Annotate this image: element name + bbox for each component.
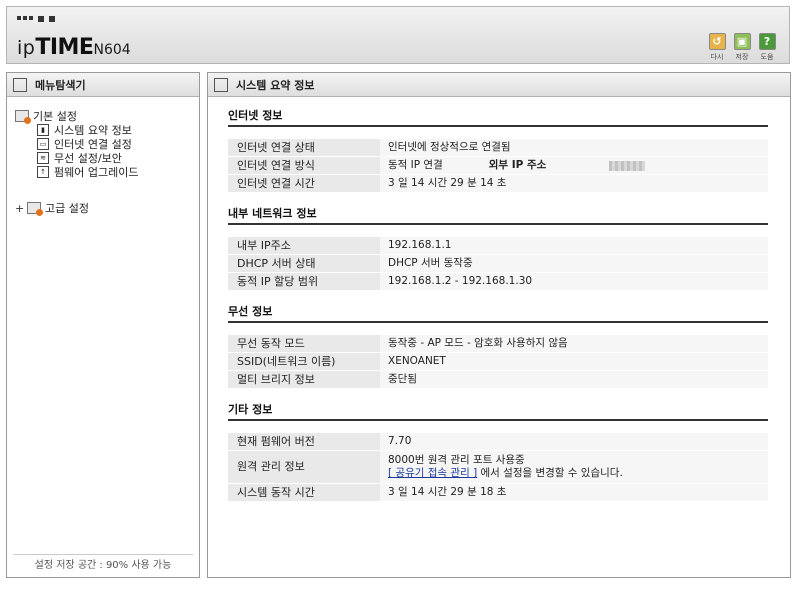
- table-row: SSID(네트워크 이름) XENOANET: [228, 353, 768, 371]
- wireless-info-title: 무선 정보: [228, 303, 768, 323]
- wireless-icon: ≋: [37, 152, 49, 164]
- header-bar: ipTIMEN604 ↺ 다시 ▣ 저장 ? 도움: [6, 6, 790, 64]
- lan-info-table: 내부 IP주소 192.168.1.1 DHCP 서버 상태 DHCP 서버 동…: [228, 237, 768, 291]
- save-icon: ▣: [733, 33, 751, 50]
- storage-status: 설정 저장 공간 : 90% 사용 가능: [34, 560, 172, 571]
- footer-divider: [13, 554, 193, 555]
- refresh-icon: ↺: [708, 33, 726, 50]
- tree-item-wireless-security[interactable]: ≋ 무선 설정/보안: [15, 151, 138, 165]
- summary-content: 인터넷 정보 인터넷 연결 상태 인터넷에 정상적으로 연결됨 인터넷 연결 방…: [228, 107, 768, 502]
- help-icon: ?: [758, 33, 776, 50]
- internet-info-title: 인터넷 정보: [228, 107, 768, 127]
- table-row: 인터넷 연결 시간 3 일 14 시간 29 분 14 초: [228, 175, 768, 193]
- magnifier-icon: [13, 77, 27, 92]
- table-row: 시스템 동작 시간 3 일 14 시간 29 분 18 초: [228, 484, 768, 502]
- lan-info-title: 내부 네트워크 정보: [228, 205, 768, 225]
- logo-dots: [17, 16, 55, 22]
- external-ip-redacted: [608, 161, 645, 171]
- etc-info-table: 현재 펌웨어 버전 7.70 원격 관리 정보 8000번 원격 관리 포트 사…: [228, 433, 768, 502]
- tree-basic-settings[interactable]: 기본 설정: [15, 109, 138, 124]
- system-summary-header: 시스템 요약 정보: [208, 73, 790, 97]
- table-row: 원격 관리 정보 8000번 원격 관리 포트 사용중 [ 공유기 접속 관리 …: [228, 451, 768, 484]
- table-row: 인터넷 연결 방식 동적 IP 연결 외부 IP 주소: [228, 157, 768, 175]
- table-row: DHCP 서버 상태 DHCP 서버 동작중: [228, 255, 768, 273]
- table-row: 인터넷 연결 상태 인터넷에 정상적으로 연결됨: [228, 139, 768, 157]
- menu-tree: 기본 설정 ▮ 시스템 요약 정보 ▭ 인터넷 연결 설정 ≋ 무선 설정/보안…: [15, 109, 138, 216]
- monitor-icon: ▭: [37, 138, 49, 150]
- save-button[interactable]: ▣ 저장: [732, 33, 752, 62]
- table-row: 멀티 브리지 정보 중단됨: [228, 371, 768, 389]
- windows-icon: [214, 77, 228, 92]
- table-row: 현재 펌웨어 버전 7.70: [228, 433, 768, 451]
- tree-item-system-summary[interactable]: ▮ 시스템 요약 정보: [15, 123, 138, 137]
- iptime-logo: ipTIMEN604: [17, 35, 131, 60]
- tree-item-internet-setup[interactable]: ▭ 인터넷 연결 설정: [15, 137, 138, 151]
- system-summary-title: 시스템 요약 정보: [236, 78, 315, 92]
- chart-icon: ▮: [37, 124, 49, 136]
- menu-explorer-header: 메뉴탐색기: [7, 73, 199, 97]
- folder-open-icon: [15, 110, 31, 124]
- internet-info-table: 인터넷 연결 상태 인터넷에 정상적으로 연결됨 인터넷 연결 방식 동적 IP…: [228, 139, 768, 193]
- menu-explorer-panel: 메뉴탐색기 기본 설정 ▮ 시스템 요약 정보 ▭ 인터넷 연결 설정 ≋ 무선…: [6, 72, 200, 578]
- menu-explorer-title: 메뉴탐색기: [35, 78, 86, 92]
- folder-icon: [27, 202, 43, 216]
- wireless-info-table: 무선 동작 모드 동작중 - AP 모드 - 암호화 사용하지 않음 SSID(…: [228, 335, 768, 389]
- expand-plus-icon[interactable]: +: [15, 202, 25, 215]
- upgrade-icon: ↑: [37, 166, 49, 178]
- table-row: 무선 동작 모드 동작중 - AP 모드 - 암호화 사용하지 않음: [228, 335, 768, 353]
- etc-info-title: 기타 정보: [228, 401, 768, 421]
- system-summary-panel: 시스템 요약 정보 인터넷 정보 인터넷 연결 상태 인터넷에 정상적으로 연결…: [207, 72, 791, 578]
- help-button[interactable]: ? 도움: [757, 33, 777, 62]
- tree-item-firmware-upgrade[interactable]: ↑ 펌웨어 업그레이드: [15, 165, 138, 179]
- tree-advanced-settings[interactable]: + 고급 설정: [15, 201, 138, 216]
- table-row: 내부 IP주소 192.168.1.1: [228, 237, 768, 255]
- refresh-button[interactable]: ↺ 다시: [707, 33, 727, 62]
- router-access-admin-link[interactable]: [ 공유기 접속 관리 ]: [388, 467, 477, 479]
- table-row: 동적 IP 할당 범위 192.168.1.2 - 192.168.1.30: [228, 273, 768, 291]
